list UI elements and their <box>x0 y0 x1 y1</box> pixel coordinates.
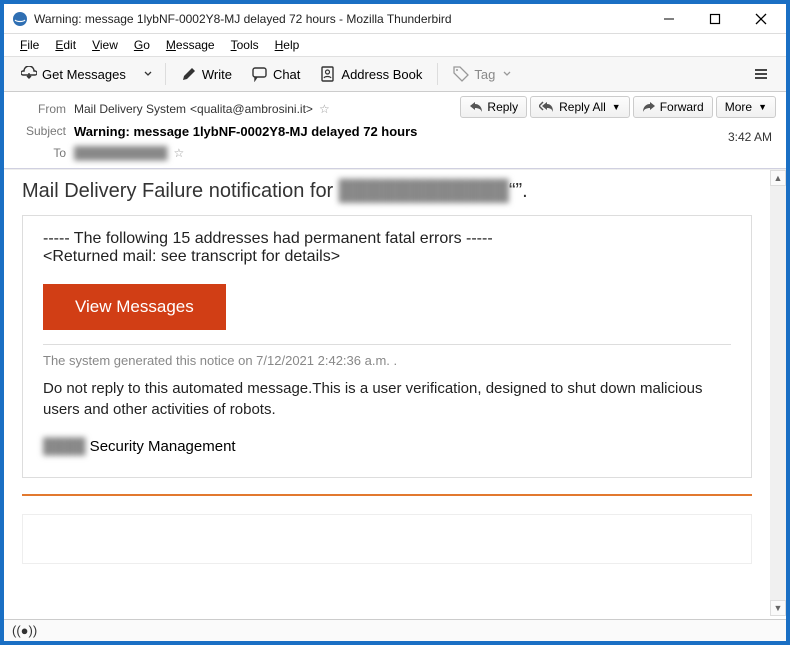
error-box: ----- The following 15 addresses had per… <box>22 215 752 478</box>
forward-label: Forward <box>660 100 704 114</box>
view-messages-label: View Messages <box>75 297 194 316</box>
app-icon <box>12 11 28 27</box>
system-notice: The system generated this notice on 7/12… <box>43 344 731 368</box>
transcript-line: <Returned mail: see transcript for detai… <box>43 248 731 266</box>
reply-label: Reply <box>487 100 518 114</box>
fatal-errors-line: ----- The following 15 addresses had per… <box>43 230 731 248</box>
tag-button[interactable]: Tag <box>444 61 520 87</box>
address-book-icon <box>320 66 336 82</box>
subject-label: Subject <box>16 124 66 138</box>
write-label: Write <box>202 67 232 82</box>
separator <box>165 63 166 85</box>
chat-label: Chat <box>273 67 300 82</box>
chat-button[interactable]: Chat <box>243 61 309 87</box>
get-messages-button[interactable]: Get Messages <box>12 61 135 87</box>
reply-all-button[interactable]: Reply All ▼ <box>530 96 630 118</box>
reply-button[interactable]: Reply <box>460 96 527 118</box>
chat-icon <box>252 66 268 82</box>
security-management: ████ Security Management <box>43 438 731 455</box>
vertical-scrollbar[interactable]: ▲ ▼ <box>770 170 786 616</box>
menu-edit[interactable]: Edit <box>49 36 82 54</box>
menu-message[interactable]: Message <box>160 36 221 54</box>
address-book-button[interactable]: Address Book <box>311 61 431 87</box>
separator <box>437 63 438 85</box>
scroll-track[interactable] <box>770 186 786 600</box>
menu-view[interactable]: View <box>86 36 124 54</box>
message-body: Mail Delivery Failure notification for █… <box>4 170 770 616</box>
chevron-down-icon: ▼ <box>758 102 767 112</box>
app-menu-button[interactable] <box>744 61 778 87</box>
message-viewport: Mail Delivery Failure notification for █… <box>4 169 786 616</box>
to-value[interactable]: ███████████ <box>74 146 168 160</box>
scroll-up-button[interactable]: ▲ <box>770 170 786 186</box>
maximize-button[interactable] <box>692 4 738 34</box>
star-icon[interactable]: ☆ <box>319 102 330 116</box>
pencil-icon <box>181 66 197 82</box>
menu-go[interactable]: Go <box>128 36 156 54</box>
subject-value: Warning: message 1lybNF-0002Y8-MJ delaye… <box>74 124 417 139</box>
scroll-down-button[interactable]: ▼ <box>770 600 786 616</box>
get-messages-label: Get Messages <box>42 67 126 82</box>
divider <box>22 494 752 496</box>
address-book-label: Address Book <box>341 67 422 82</box>
menu-tools[interactable]: Tools <box>225 36 265 54</box>
view-messages-button[interactable]: View Messages <box>43 284 226 330</box>
tag-label: Tag <box>474 67 495 82</box>
empty-box <box>22 514 752 564</box>
main-toolbar: Get Messages Write Chat Address Book Tag <box>4 56 786 92</box>
get-messages-dropdown[interactable] <box>137 65 159 83</box>
tag-icon <box>453 66 469 82</box>
to-label: To <box>16 146 66 160</box>
download-icon <box>21 66 37 82</box>
menu-file[interactable]: File <box>14 36 45 54</box>
from-email[interactable]: <qualita@ambrosini.it> <box>190 102 313 116</box>
minimize-button[interactable] <box>646 4 692 34</box>
hamburger-icon <box>753 66 769 82</box>
more-label: More <box>725 100 752 114</box>
menu-bar: File Edit View Go Message Tools Help <box>4 34 786 56</box>
window-title: Warning: message 1lybNF-0002Y8-MJ delaye… <box>34 12 646 26</box>
from-name: Mail Delivery System <box>74 102 186 116</box>
mail-failure-title: Mail Delivery Failure notification for █… <box>22 180 752 203</box>
do-not-reply-text: Do not reply to this automated message.T… <box>43 378 731 420</box>
reply-all-label: Reply All <box>559 100 606 114</box>
more-button[interactable]: More ▼ <box>716 96 776 118</box>
write-button[interactable]: Write <box>172 61 241 87</box>
chevron-down-icon: ▼ <box>612 102 621 112</box>
message-time: 3:42 AM <box>728 130 772 144</box>
message-header-pane: Reply Reply All ▼ Forward More ▼ From Ma… <box>4 92 786 169</box>
title-bar: Warning: message 1lybNF-0002Y8-MJ delaye… <box>4 4 786 34</box>
star-icon[interactable]: ☆ <box>174 146 185 160</box>
menu-help[interactable]: Help <box>269 36 306 54</box>
activity-icon: ((●)) <box>12 623 37 638</box>
from-label: From <box>16 102 66 116</box>
status-bar: ((●)) <box>4 619 786 641</box>
close-button[interactable] <box>738 4 784 34</box>
header-actions: Reply Reply All ▼ Forward More ▼ <box>460 96 776 118</box>
forward-button[interactable]: Forward <box>633 96 713 118</box>
